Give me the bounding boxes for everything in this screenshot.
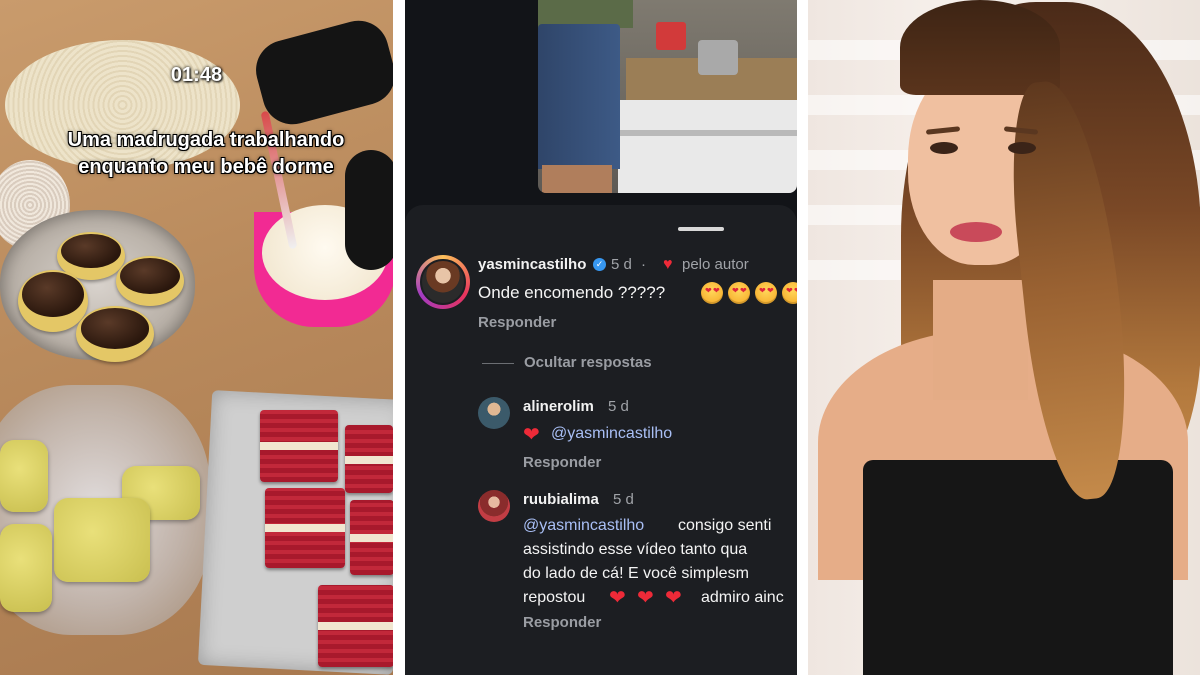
video-timer: 01:48 [170, 64, 223, 86]
comment-username[interactable]: yasmincastilho [478, 256, 586, 273]
hide-replies-button[interactable]: Ocultar respostas [524, 354, 652, 371]
heart-eyes-emoji-icon [755, 282, 777, 304]
avatar[interactable] [478, 490, 510, 522]
red-velvet-slice [345, 425, 393, 493]
video-frame-panel: 01:48 Uma madrugada trabalhando enquanto… [0, 0, 393, 675]
red-velvet-slice [260, 410, 338, 482]
eye [930, 142, 958, 154]
avatar[interactable] [478, 397, 510, 429]
comment-text-line: consigo senti [678, 517, 772, 534]
liked-by-author-label: pelo autor [682, 256, 749, 273]
verified-badge-icon: ✓ [593, 258, 606, 271]
comment-time: 5 d [611, 256, 632, 273]
avatar[interactable] [416, 255, 470, 309]
hair-top [900, 0, 1060, 95]
meta-separator: · [641, 256, 646, 273]
comment-time: 5 d [613, 491, 634, 508]
heart-icon: ❤ [665, 587, 682, 609]
comment-text-line: repostou [523, 589, 586, 606]
black-dress [863, 460, 1173, 675]
pistachio-biscuit [54, 498, 150, 582]
red-velvet-slice [265, 488, 345, 568]
mention-link[interactable]: @yasmincastilho [523, 517, 644, 535]
red-velvet-slice [350, 500, 393, 575]
comment-text-line: do lado de cá! E você simplesm [523, 565, 749, 582]
mention-link[interactable]: @yasmincastilho [551, 425, 672, 443]
neck [933, 280, 1028, 400]
pot [698, 40, 738, 75]
heart-eyes-emoji-icon [728, 282, 750, 304]
person-legs [542, 165, 612, 193]
chocolate-cookie [18, 270, 88, 332]
heart-eyes-emoji-icon [782, 282, 797, 304]
pistachio-biscuit [0, 524, 52, 612]
heart-icon: ❤ [523, 424, 540, 446]
red-container [656, 22, 686, 50]
portrait-photo [808, 0, 1200, 675]
comment-text-line: admiro ainc [701, 589, 784, 606]
lips [950, 222, 1002, 242]
reply-button[interactable]: Responder [523, 454, 601, 471]
heart-icon: ❤ [609, 587, 626, 609]
chocolate-cookie [76, 306, 154, 362]
comment-time: 5 d [608, 398, 629, 415]
person-jeans [538, 24, 620, 169]
red-velvet-slice [318, 585, 393, 667]
video-caption: Uma madrugada trabalhando enquanto meu b… [67, 129, 345, 178]
chocolate-cookie [116, 256, 184, 306]
comment-username[interactable]: alinerolim [523, 398, 594, 415]
comments-panel: yasmincastilho ✓ 5 d · ♥ pelo autor Onde… [405, 0, 797, 675]
eye [1008, 142, 1036, 154]
heart-eyes-emoji-icon [701, 282, 723, 304]
heart-icon: ❤ [637, 587, 654, 609]
replies-divider [482, 363, 514, 364]
video-thumbnail[interactable] [538, 0, 797, 193]
pistachio-biscuit [0, 440, 48, 512]
kitchen-cabinet [618, 100, 797, 193]
comment-username[interactable]: ruubialima [523, 491, 599, 508]
sheet-drag-handle[interactable] [678, 227, 724, 231]
comment-text-line: assistindo esse vídeo tanto qua [523, 541, 748, 558]
comment-text: Onde encomendo ????? [478, 283, 666, 302]
reply-button[interactable]: Responder [523, 614, 601, 631]
heart-icon: ♥ [663, 256, 673, 273]
reply-button[interactable]: Responder [478, 314, 556, 331]
